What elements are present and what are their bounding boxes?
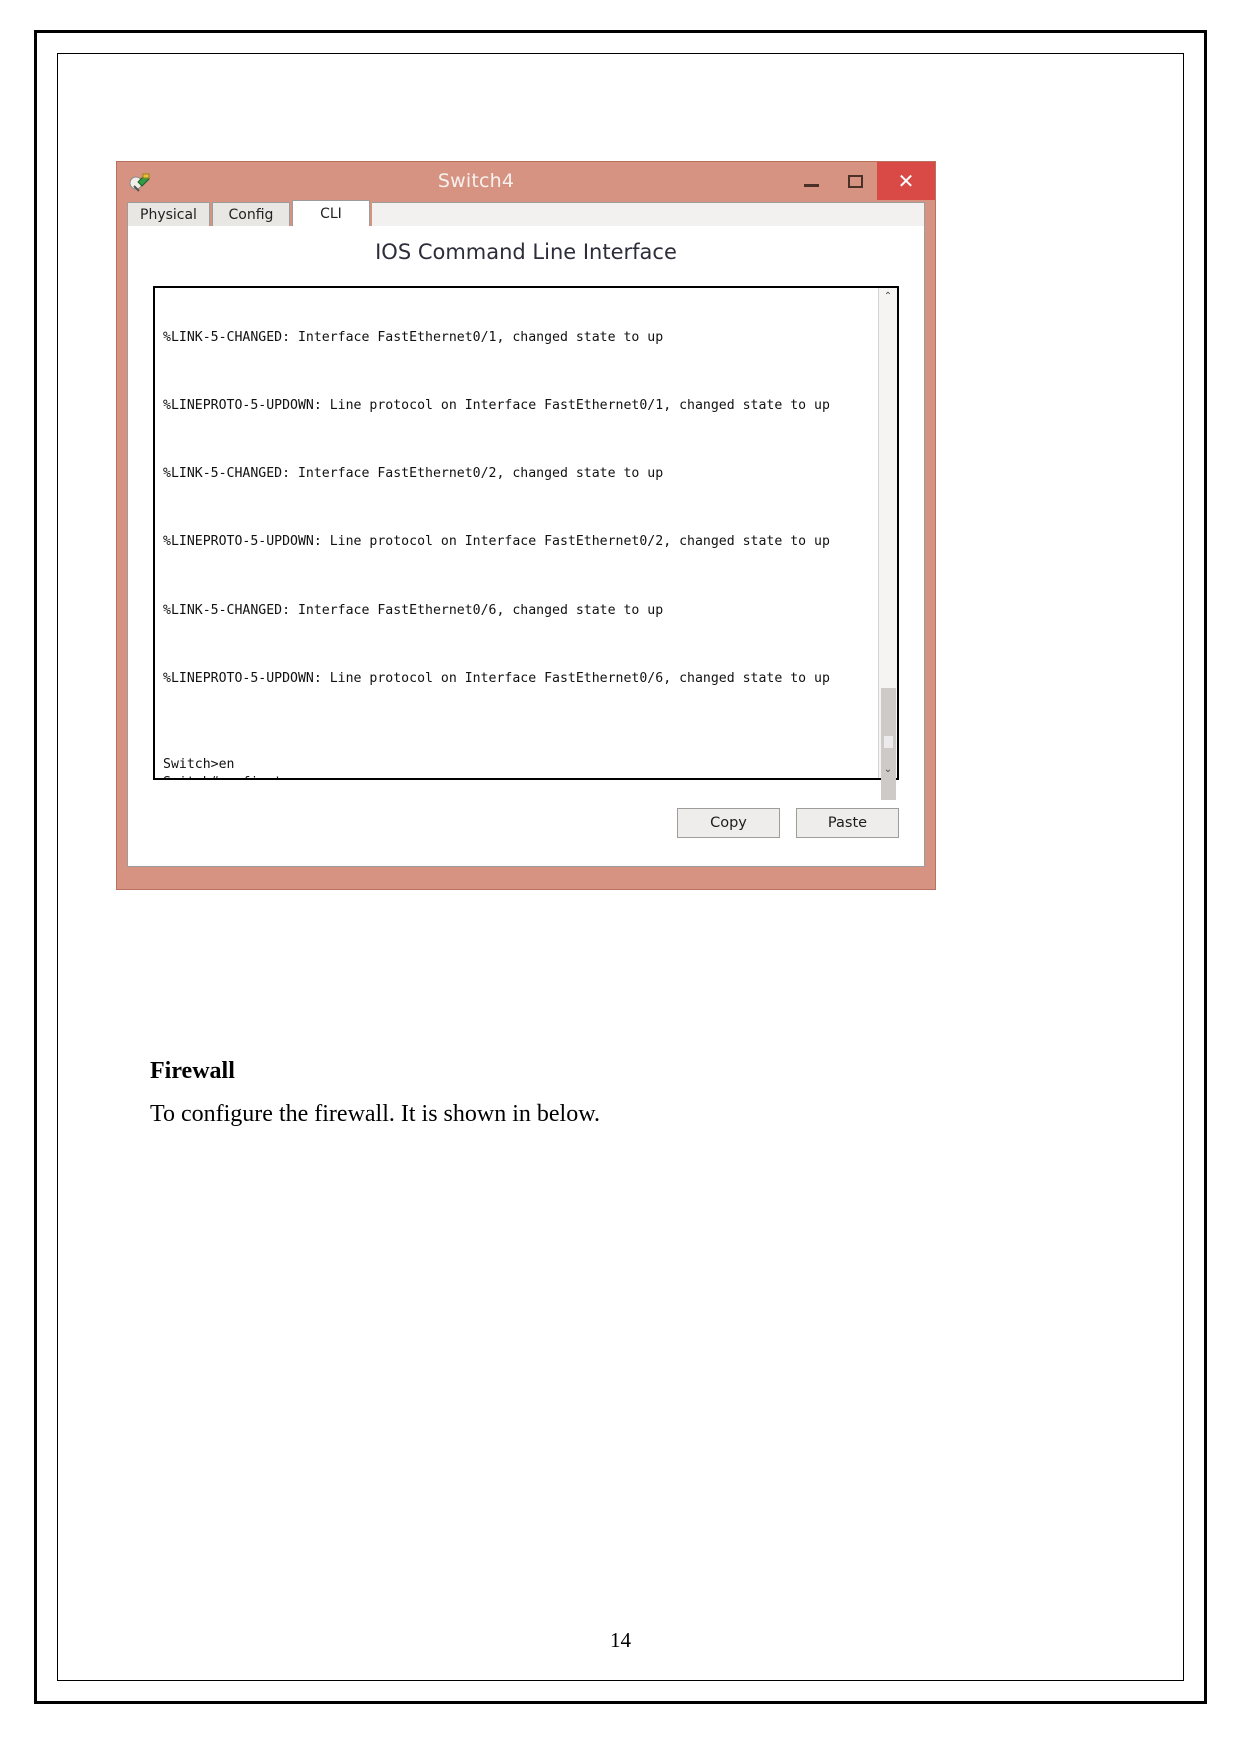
console-log-line: %LINK-5-CHANGED: Interface FastEthernet0… (163, 466, 664, 482)
close-button[interactable]: ✕ (877, 162, 935, 200)
scroll-down-arrow-icon[interactable]: ⌄ (879, 761, 897, 778)
packet-tracer-switch-icon (129, 170, 151, 192)
cli-panel: IOS Command Line Interface %LINK-5-CHANG… (127, 226, 925, 867)
console-output[interactable]: %LINK-5-CHANGED: Interface FastEthernet0… (155, 288, 878, 778)
minimize-button[interactable] (789, 162, 833, 200)
console-area[interactable]: %LINK-5-CHANGED: Interface FastEthernet0… (153, 286, 899, 800)
console-log-line: %LINK-5-CHANGED: Interface FastEthernet0… (163, 329, 664, 345)
maximize-icon (847, 174, 863, 188)
scrollbar-thumb-grip (884, 736, 893, 748)
console-session-transcript: Switch>en Switch#config t Enter configur… (163, 757, 282, 778)
console-log-line: %LINEPROTO-5-UPDOWN: Line protocol on In… (163, 534, 830, 550)
tab-physical[interactable]: Physical (127, 202, 210, 226)
page-number: 14 (610, 1628, 631, 1652)
cli-panel-heading: IOS Command Line Interface (375, 240, 677, 264)
scrollbar-thumb[interactable] (881, 688, 896, 800)
paste-button[interactable]: Paste (796, 808, 899, 838)
switch-device-window: Switch4 ✕ Physical Config CLI IOS Comman… (116, 161, 936, 890)
console-log-line: %LINK-5-CHANGED: Interface FastEthernet0… (163, 602, 664, 618)
tab-strip-filler (371, 202, 925, 226)
window-titlebar: Switch4 ✕ (117, 162, 935, 200)
tab-strip: Physical Config CLI (127, 200, 925, 226)
console-action-buttons: Copy Paste (677, 808, 899, 838)
tab-config[interactable]: Config (211, 202, 290, 226)
console-scrollbar[interactable]: ⌃ ⌄ (878, 288, 897, 800)
section-paragraph: To configure the firewall. It is shown i… (150, 1101, 600, 1127)
section-heading-firewall: Firewall (150, 1058, 235, 1084)
tab-cli[interactable]: CLI (291, 200, 370, 226)
window-controls: ✕ (789, 162, 935, 200)
console-log-line: %LINEPROTO-5-UPDOWN: Line protocol on In… (163, 398, 830, 414)
copy-button[interactable]: Copy (677, 808, 780, 838)
minimize-icon (803, 183, 819, 187)
console-log-line: %LINEPROTO-5-UPDOWN: Line protocol on In… (163, 670, 830, 686)
scroll-up-arrow-icon[interactable]: ⌃ (879, 288, 897, 305)
maximize-button[interactable] (833, 162, 877, 200)
